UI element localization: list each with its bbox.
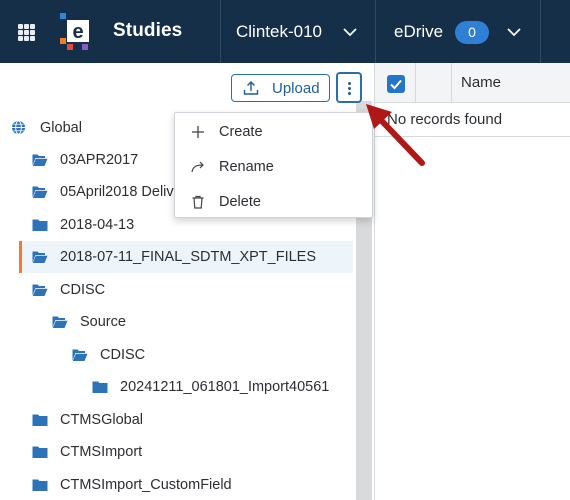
tree-folder-item[interactable]: CTMSImport — [0, 436, 352, 468]
menu-item-label: Delete — [219, 194, 261, 210]
trash-icon — [192, 195, 204, 209]
edrive-label: eDrive — [394, 22, 444, 41]
menu-item-rename[interactable]: Rename — [175, 150, 372, 184]
tree-root-global[interactable]: Global — [40, 120, 82, 136]
column-divider — [451, 63, 452, 103]
share-arrow-icon — [191, 161, 204, 173]
chevron-down-icon — [343, 28, 357, 37]
app-grid-icon[interactable] — [18, 24, 35, 41]
folder-icon — [32, 219, 48, 231]
context-menu: Create Rename Delete — [174, 112, 373, 218]
folder-icon — [32, 446, 48, 458]
tree-folder-label: 2018-07-11_FINAL_SDTM_XPT_FILES — [60, 249, 317, 265]
folder-open-icon — [32, 284, 48, 296]
edrive-selector[interactable]: eDrive 0 — [376, 0, 540, 63]
tree-folder-item[interactable]: CTMSGlobal — [0, 404, 352, 436]
header-divider — [540, 0, 541, 63]
select-all-checkbox[interactable] — [387, 75, 405, 93]
check-icon — [390, 79, 402, 90]
empty-state-text: No records found — [387, 111, 503, 128]
tree-folder-item[interactable]: CDISC — [0, 339, 352, 371]
tree-folder-item[interactable]: 2018-07-11_FINAL_SDTM_XPT_FILES — [19, 241, 353, 273]
upload-icon — [243, 81, 259, 95]
folder-open-icon — [32, 186, 48, 198]
folder-icon — [92, 381, 108, 393]
row-divider — [375, 136, 570, 137]
tree-folder-label: CDISC — [100, 347, 146, 363]
logo-icon: e — [60, 13, 89, 50]
upload-button[interactable]: Upload — [231, 74, 330, 102]
top-bar: e Studies Clintek-010 eDrive 0 — [0, 0, 570, 63]
app-title: Studies — [113, 20, 183, 41]
menu-item-label: Create — [219, 124, 263, 140]
kebab-icon — [348, 82, 351, 95]
tree-folder-item[interactable]: Source — [0, 306, 352, 338]
tree-folder-label: 20241211_061801_Import40561 — [120, 379, 330, 395]
folder-icon — [32, 479, 48, 491]
menu-item-delete[interactable]: Delete — [175, 185, 372, 219]
logo-letter: e — [72, 21, 83, 43]
globe-icon — [11, 120, 26, 135]
column-header-name[interactable]: Name — [461, 74, 501, 91]
folder-open-icon — [52, 316, 68, 328]
upload-button-label: Upload — [272, 80, 320, 97]
tree-folder-label: CTMSImport_CustomField — [60, 477, 232, 493]
folder-open-icon — [72, 349, 88, 361]
study-selector[interactable]: Clintek-010 — [220, 0, 374, 63]
folder-open-icon — [32, 251, 48, 263]
menu-item-label: Rename — [219, 159, 274, 175]
column-divider — [415, 63, 416, 103]
plus-icon — [192, 126, 204, 138]
tree-folder-label: 2018-04-13 — [60, 217, 135, 233]
count-badge: 0 — [455, 21, 489, 44]
study-name: Clintek-010 — [236, 22, 322, 41]
tree-folder-item[interactable]: 20241211_061801_Import40561 — [0, 371, 352, 403]
folder-open-icon — [32, 154, 48, 166]
folder-icon — [32, 414, 48, 426]
tree-folder-item[interactable]: CTMSImport_CustomField — [0, 469, 352, 500]
tree-folder-label: CTMSGlobal — [60, 412, 143, 428]
tree-folder-item[interactable]: CDISC — [0, 274, 352, 306]
chevron-down-icon — [507, 28, 521, 37]
tree-folder-label: CTMSImport — [60, 444, 143, 460]
table-header: Name — [375, 63, 570, 103]
tree-folder-label: CDISC — [60, 282, 106, 298]
menu-item-create[interactable]: Create — [175, 115, 372, 149]
tree-folder-label: 03APR2017 — [60, 152, 139, 168]
more-options-button[interactable] — [336, 72, 362, 103]
tree-folder-label: Source — [80, 314, 126, 330]
file-list-panel: Name No records found — [374, 63, 570, 500]
